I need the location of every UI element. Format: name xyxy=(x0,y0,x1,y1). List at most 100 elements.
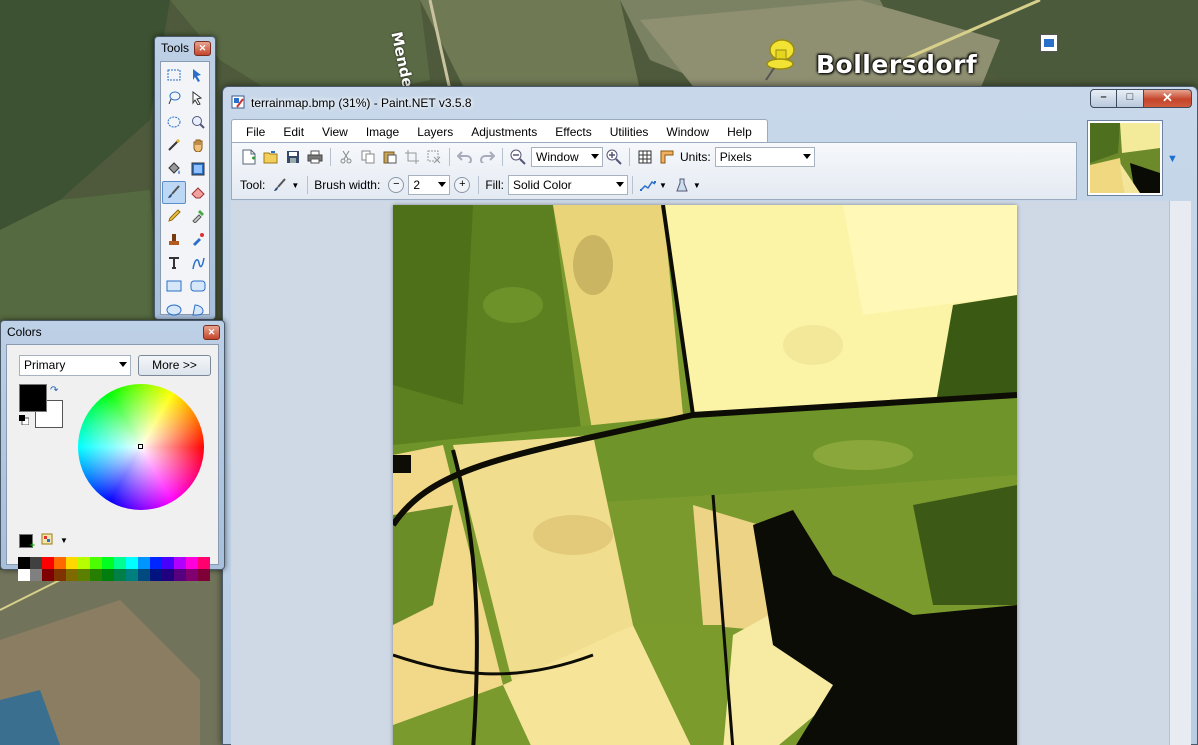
paintbrush-tool-icon[interactable] xyxy=(269,174,291,196)
palette-swatch[interactable] xyxy=(126,569,138,581)
palette-swatch[interactable] xyxy=(66,569,78,581)
swap-colors-icon[interactable]: ↷ xyxy=(50,385,58,396)
palette-swatch[interactable] xyxy=(138,557,150,569)
undo-icon[interactable] xyxy=(454,146,476,168)
palette-swatch[interactable] xyxy=(42,569,54,581)
menu-edit[interactable]: Edit xyxy=(274,121,313,143)
menu-help[interactable]: Help xyxy=(718,121,761,143)
palette-swatch[interactable] xyxy=(162,569,174,581)
freeform-shape-tool-icon[interactable] xyxy=(186,298,210,322)
menu-adjustments[interactable]: Adjustments xyxy=(462,121,546,143)
palette-swatch[interactable] xyxy=(90,557,102,569)
units-combo[interactable]: Pixels xyxy=(714,147,815,167)
add-to-palette-icon[interactable]: + xyxy=(19,533,35,549)
redo-icon[interactable] xyxy=(476,146,498,168)
palette-swatch[interactable] xyxy=(198,569,210,581)
save-icon[interactable] xyxy=(282,146,304,168)
fill-combo[interactable]: Solid Color xyxy=(507,175,628,195)
palette-swatch[interactable] xyxy=(186,569,198,581)
palette-dropdown-icon[interactable]: ▼ xyxy=(60,536,68,545)
rounded-rectangle-tool-icon[interactable] xyxy=(186,275,210,299)
palette-swatch[interactable] xyxy=(78,557,90,569)
canvas-workspace[interactable] xyxy=(231,201,1169,745)
palette-swatch[interactable] xyxy=(102,569,114,581)
menu-file[interactable]: File xyxy=(237,121,274,143)
palette-swatch[interactable] xyxy=(66,557,78,569)
vertical-scrollbar[interactable] xyxy=(1169,201,1191,745)
menu-effects[interactable]: Effects xyxy=(546,121,600,143)
pencil-tool-icon[interactable] xyxy=(162,204,186,228)
blend-mode-dropdown-icon[interactable]: ▼ xyxy=(693,181,701,190)
color-palette[interactable] xyxy=(18,557,210,581)
close-button[interactable]: ✕ xyxy=(1144,89,1192,108)
cut-icon[interactable] xyxy=(335,146,357,168)
palette-swatch[interactable] xyxy=(114,569,126,581)
ellipse-tool-icon[interactable] xyxy=(162,298,186,322)
grid-icon[interactable] xyxy=(634,146,656,168)
blend-mode-icon[interactable] xyxy=(671,174,693,196)
tools-close-button[interactable]: ✕ xyxy=(194,41,211,56)
palette-swatch[interactable] xyxy=(174,557,186,569)
pan-tool-icon[interactable] xyxy=(186,134,210,158)
brush-width-increase-button[interactable]: + xyxy=(454,177,471,193)
magic-wand-tool-icon[interactable] xyxy=(162,134,186,158)
lasso-select-tool-icon[interactable] xyxy=(162,87,186,111)
palette-swatch[interactable] xyxy=(42,557,54,569)
image-thumbnail[interactable] xyxy=(1087,120,1163,196)
palette-swatch[interactable] xyxy=(54,569,66,581)
ellipse-select-tool-icon[interactable] xyxy=(162,110,186,134)
minimize-button[interactable]: – xyxy=(1090,89,1117,108)
rectangle-tool-icon[interactable] xyxy=(162,275,186,299)
brush-width-combo[interactable]: 2 xyxy=(408,175,451,195)
palette-swatch[interactable] xyxy=(90,569,102,581)
palette-swatch[interactable] xyxy=(78,569,90,581)
palette-swatch[interactable] xyxy=(198,557,210,569)
colors-close-button[interactable]: ✕ xyxy=(203,325,220,340)
text-tool-icon[interactable] xyxy=(162,251,186,275)
paintbrush-tool-icon[interactable] xyxy=(162,180,186,204)
title-bar[interactable]: terrainmap.bmp (31%) - Paint.NET v3.5.8 … xyxy=(223,87,1197,117)
crop-to-selection-icon[interactable] xyxy=(401,146,423,168)
brush-width-decrease-button[interactable]: − xyxy=(388,177,405,193)
expand-thumbnail-icon[interactable]: ▼ xyxy=(1167,153,1178,165)
zoom-out-icon[interactable] xyxy=(507,146,529,168)
pushpin-icon[interactable] xyxy=(762,36,798,82)
palette-swatch[interactable] xyxy=(150,557,162,569)
menu-layers[interactable]: Layers xyxy=(408,121,462,143)
move-selected-pixels-tool-icon[interactable] xyxy=(186,63,210,87)
antialiasing-icon[interactable] xyxy=(637,174,659,196)
reset-colors-icon[interactable] xyxy=(19,415,29,425)
primary-color-swatch[interactable] xyxy=(19,384,47,412)
image-canvas[interactable] xyxy=(393,205,1017,745)
palette-swatch[interactable] xyxy=(18,557,30,569)
open-file-icon[interactable] xyxy=(260,146,282,168)
palette-swatch[interactable] xyxy=(186,557,198,569)
zoom-in-icon[interactable] xyxy=(603,146,625,168)
map-placemark-icon[interactable] xyxy=(1040,34,1058,52)
zoom-combo[interactable]: Window xyxy=(531,147,603,167)
color-picker-tool-icon[interactable] xyxy=(186,204,210,228)
move-selection-tool-icon[interactable] xyxy=(186,87,210,111)
antialiasing-dropdown-icon[interactable]: ▼ xyxy=(659,181,667,190)
maximize-button[interactable]: □ xyxy=(1117,89,1144,108)
palette-swatch[interactable] xyxy=(30,557,42,569)
recolor-tool-icon[interactable] xyxy=(186,228,210,252)
print-icon[interactable] xyxy=(304,146,326,168)
eraser-tool-icon[interactable] xyxy=(186,181,210,205)
more-colors-button[interactable]: More >> xyxy=(138,355,211,376)
palette-swatch[interactable] xyxy=(138,569,150,581)
palette-swatch[interactable] xyxy=(126,557,138,569)
rulers-icon[interactable] xyxy=(656,146,678,168)
line-curve-tool-icon[interactable] xyxy=(186,251,210,275)
palette-swatch[interactable] xyxy=(102,557,114,569)
new-file-icon[interactable] xyxy=(238,146,260,168)
menu-image[interactable]: Image xyxy=(357,121,408,143)
menu-window[interactable]: Window xyxy=(657,121,718,143)
gradient-tool-icon[interactable] xyxy=(186,157,210,181)
rectangle-select-tool-icon[interactable] xyxy=(162,63,186,87)
palette-swatch[interactable] xyxy=(174,569,186,581)
palette-swatch[interactable] xyxy=(150,569,162,581)
palette-swatch[interactable] xyxy=(162,557,174,569)
menu-view[interactable]: View xyxy=(313,121,357,143)
palette-swatch[interactable] xyxy=(18,569,30,581)
